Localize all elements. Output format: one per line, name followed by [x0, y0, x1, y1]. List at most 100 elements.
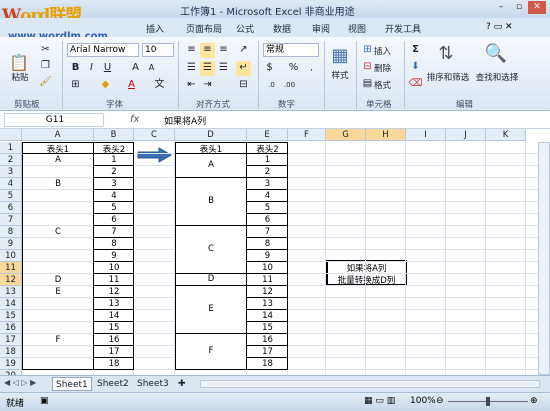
row-header-12[interactable]: 12 [0, 274, 22, 286]
align-left-icon[interactable]: ☰ [184, 61, 199, 76]
decrease-indent-icon[interactable]: ⇤ [184, 78, 199, 93]
macro-record-icon[interactable]: ▣ [40, 396, 49, 406]
cell-e1[interactable]: 表头2 [247, 143, 288, 155]
column-header-k[interactable]: K [486, 129, 526, 141]
merged-cell-d-1[interactable]: A [175, 160, 247, 170]
cell-b16[interactable]: 15 [94, 323, 134, 333]
tab-developer[interactable]: 开发工具 [385, 22, 421, 35]
cell-e10[interactable]: 9 [247, 251, 288, 261]
sheet-tab-3[interactable]: Sheet3 [134, 377, 172, 391]
row-header-16[interactable]: 16 [0, 322, 22, 334]
cell-b9[interactable]: 8 [94, 239, 134, 249]
align-bottom-icon[interactable]: ≡ [216, 43, 231, 58]
insert-button[interactable]: 插入 [374, 45, 398, 57]
decrease-decimal-icon[interactable]: .00 [282, 78, 297, 93]
row-header-5[interactable]: 5 [0, 190, 22, 202]
cell-e8[interactable]: 7 [247, 227, 288, 237]
cell-a2[interactable]: A [22, 155, 94, 165]
phonetic-icon[interactable]: 文 [152, 78, 167, 93]
merged-cell-d-2[interactable]: B [175, 196, 247, 206]
align-middle-icon[interactable]: ≡ [200, 43, 215, 58]
fill-icon[interactable]: ⬇ [408, 60, 423, 75]
cell-b13[interactable]: 12 [94, 287, 134, 297]
row-header-3[interactable]: 3 [0, 166, 22, 178]
tab-formulas[interactable]: 公式 [236, 22, 254, 35]
cell-e13[interactable]: 12 [247, 287, 288, 297]
style-button[interactable]: 样式 [328, 69, 352, 81]
cell-e3[interactable]: 2 [247, 167, 288, 177]
row-header-4[interactable]: 4 [0, 178, 22, 190]
cell-e9[interactable]: 8 [247, 239, 288, 249]
cell-e14[interactable]: 13 [247, 299, 288, 309]
clear-icon[interactable]: ⌫ [408, 77, 423, 92]
tab-insert[interactable]: 插入 [146, 22, 164, 35]
italic-icon[interactable]: I [84, 61, 99, 76]
sheet-tab-2[interactable]: Sheet2 [94, 377, 132, 391]
tab-view[interactable]: 视图 [348, 22, 366, 35]
cell-b2[interactable]: 1 [94, 155, 134, 165]
bold-icon[interactable]: B [68, 61, 83, 76]
zoom-thumb[interactable] [486, 397, 490, 406]
percent-icon[interactable]: % [286, 61, 301, 76]
row-header-18[interactable]: 18 [0, 346, 22, 358]
delete-cells-icon[interactable]: ⊟ [360, 60, 375, 75]
view-buttons[interactable]: ▦ ▭ ▥ [364, 396, 395, 406]
tab-page-layout[interactable]: 页面布局 [186, 22, 222, 35]
row-header-11[interactable]: 11 [0, 262, 22, 274]
column-header-d[interactable]: D [175, 129, 247, 141]
autosum-icon[interactable]: Σ [408, 43, 423, 58]
fx-icon[interactable]: fx [130, 114, 139, 125]
zoom-in-icon[interactable]: ⊕ [530, 396, 538, 406]
find-select-button[interactable]: 查找和选择 [474, 71, 520, 83]
style-icon[interactable]: ▦ [328, 45, 352, 66]
row-header-17[interactable]: 17 [0, 334, 22, 346]
currency-icon[interactable]: $ [262, 61, 277, 76]
row-header-15[interactable]: 15 [0, 310, 22, 322]
cell-b15[interactable]: 14 [94, 311, 134, 321]
sheet-tab-1[interactable]: Sheet1 [52, 377, 92, 391]
format-button[interactable]: 格式 [374, 79, 398, 91]
minimize-button[interactable]: – [492, 1, 510, 14]
format-painter-icon[interactable]: 🖌 [38, 75, 53, 90]
formula-input[interactable]: 如果将A列 [164, 114, 206, 127]
cell-e6[interactable]: 5 [247, 203, 288, 213]
cell-b14[interactable]: 13 [94, 299, 134, 309]
cell-a4[interactable]: B [22, 179, 94, 189]
zoom-level[interactable]: 100% [410, 396, 436, 406]
cell-e18[interactable]: 17 [247, 347, 288, 357]
copy-icon[interactable]: ❐ [38, 59, 53, 74]
column-header-e[interactable]: E [247, 129, 288, 141]
sort-filter-icon[interactable]: ⇅ [428, 43, 464, 64]
horizontal-scrollbar[interactable] [200, 380, 540, 388]
column-header-f[interactable]: F [288, 129, 326, 141]
sort-filter-button[interactable]: 排序和筛选 [426, 71, 470, 83]
name-box[interactable]: G11 [4, 113, 104, 127]
cell-b10[interactable]: 9 [94, 251, 134, 261]
shrink-font-icon[interactable]: A [144, 61, 159, 76]
increase-indent-icon[interactable]: ⇥ [200, 78, 215, 93]
merged-cell-d-3[interactable]: C [175, 244, 247, 254]
new-sheet-icon[interactable]: ✚ [175, 377, 189, 391]
column-header-a[interactable]: A [22, 129, 94, 141]
row-header-2[interactable]: 2 [0, 154, 22, 166]
tab-data[interactable]: 数据 [273, 22, 291, 35]
cell-a17[interactable]: F [22, 335, 94, 345]
column-header-g[interactable]: G [326, 129, 366, 141]
cell-b1[interactable]: 表头2 [94, 143, 134, 155]
help-icon[interactable]: ? ▭ ✕ [486, 22, 513, 32]
maximize-button[interactable]: ▫ [510, 1, 528, 14]
align-center-icon[interactable]: ☰ [200, 61, 215, 76]
insert-cells-icon[interactable]: ⊞ [360, 43, 375, 58]
delete-button[interactable]: 删除 [374, 62, 398, 74]
font-name-select[interactable]: Arial Narrow [67, 43, 139, 57]
sheet-nav-icons[interactable]: ◀ ◁ ▷ ▶ [4, 378, 36, 387]
cell-b7[interactable]: 6 [94, 215, 134, 225]
wrap-text-icon[interactable]: ↵ [236, 61, 251, 76]
merged-cell-d-5[interactable]: E [175, 304, 247, 314]
cell-e15[interactable]: 14 [247, 311, 288, 321]
row-header-10[interactable]: 10 [0, 250, 22, 262]
underline-icon[interactable]: U [100, 61, 115, 76]
column-header-h[interactable]: H [366, 129, 406, 141]
row-header-6[interactable]: 6 [0, 202, 22, 214]
border-icon[interactable]: ⊞ [68, 78, 83, 93]
